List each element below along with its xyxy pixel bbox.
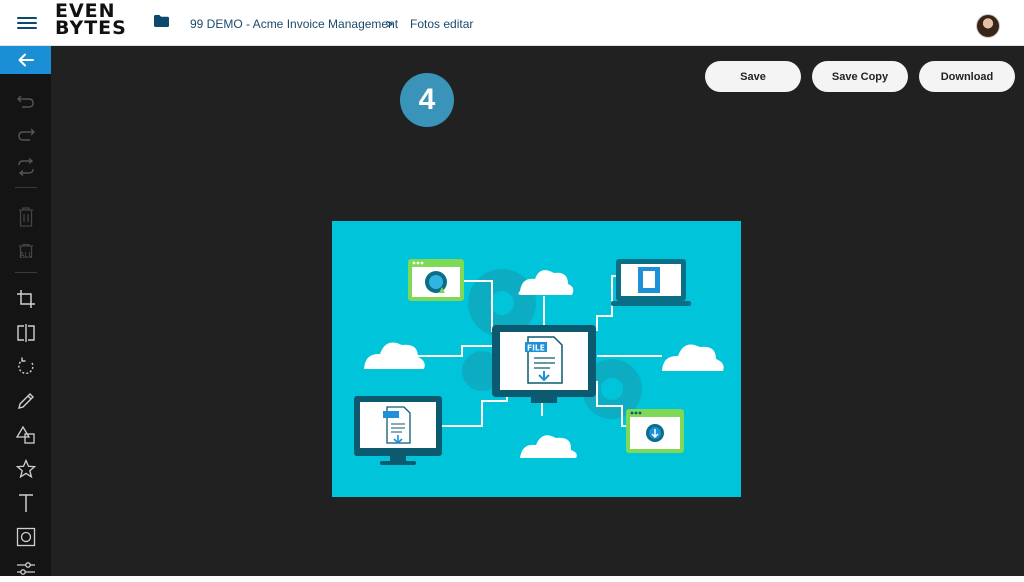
- top-bar: EVEN BYTES 99 DEMO - Acme Invoice Manage…: [0, 0, 1024, 46]
- edited-image[interactable]: FILE: [332, 221, 741, 497]
- logo-line2: BYTES: [55, 17, 127, 39]
- text-button[interactable]: [13, 490, 39, 516]
- text-icon: [19, 494, 33, 512]
- redo-icon: [18, 128, 35, 141]
- delete-all-button[interactable]: ALL: [13, 238, 39, 264]
- shape-icon: [16, 425, 35, 444]
- logo[interactable]: EVEN BYTES: [55, 2, 127, 39]
- flip-icon: [17, 324, 35, 342]
- file-label: FILE: [527, 344, 545, 353]
- folder-icon: [154, 15, 169, 27]
- shape-button[interactable]: [13, 422, 39, 448]
- icon-button[interactable]: [13, 456, 39, 482]
- delete-icon: [19, 207, 33, 227]
- delete-button[interactable]: [13, 204, 39, 230]
- editor-canvas[interactable]: Save Save Copy Download 4 FILE: [51, 46, 1024, 576]
- draw-icon: [18, 393, 34, 409]
- flip-button[interactable]: [13, 320, 39, 346]
- breadcrumb-current: Fotos editar: [410, 17, 474, 31]
- redo-button[interactable]: [13, 121, 39, 147]
- undo-icon: [17, 95, 34, 108]
- filter-icon: [17, 562, 35, 575]
- undo-button[interactable]: [13, 88, 39, 114]
- breadcrumb-separator: >: [386, 17, 394, 31]
- step-badge: 4: [400, 73, 454, 127]
- rotate-icon: [18, 357, 34, 375]
- arrow-left-icon: [18, 53, 34, 67]
- editor-sidebar: ALL: [0, 46, 51, 576]
- filter-button[interactable]: [13, 556, 39, 582]
- crop-icon: [17, 290, 35, 308]
- draw-button[interactable]: [13, 388, 39, 414]
- delete-all-label: ALL: [19, 252, 33, 259]
- breadcrumb-project[interactable]: 99 DEMO - Acme Invoice Management: [190, 17, 398, 31]
- menu-icon[interactable]: [17, 14, 37, 32]
- crop-button[interactable]: [13, 286, 39, 312]
- sidebar-divider: [15, 187, 37, 188]
- download-button[interactable]: Download: [919, 61, 1015, 92]
- back-button[interactable]: [0, 46, 51, 74]
- rotate-button[interactable]: [13, 354, 39, 380]
- file-transfer-illustration: FILE: [332, 221, 741, 497]
- reset-button[interactable]: [13, 154, 39, 180]
- save-button[interactable]: Save: [705, 61, 801, 92]
- save-copy-button[interactable]: Save Copy: [812, 61, 908, 92]
- reset-icon: [18, 158, 34, 176]
- star-icon: [16, 459, 36, 479]
- sidebar-divider: [15, 272, 37, 273]
- mask-icon: [16, 527, 36, 547]
- avatar[interactable]: [976, 14, 1000, 38]
- mask-button[interactable]: [13, 524, 39, 550]
